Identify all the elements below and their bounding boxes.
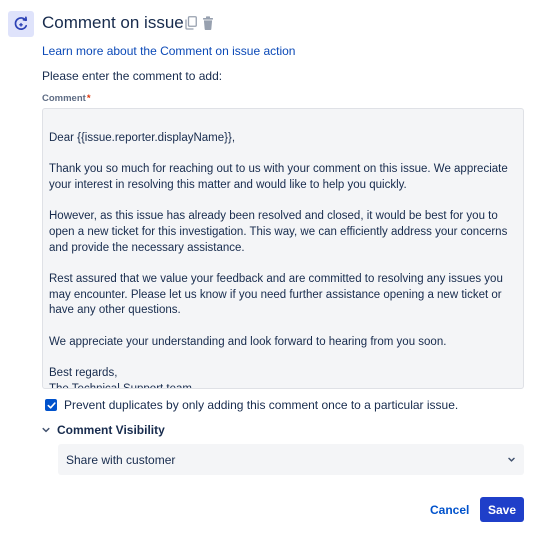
learn-more-link[interactable]: Learn more about the Comment on issue ac… <box>42 44 295 58</box>
comment-paragraph-6: Best regards, The Technical Support team <box>49 367 192 389</box>
visibility-select-value: Share with customer <box>66 452 176 467</box>
comment-visibility-toggle[interactable]: Comment Visibility <box>42 421 165 439</box>
instruction-text: Please enter the comment to add: <box>42 69 223 83</box>
prevent-duplicates-label[interactable]: Prevent duplicates by only adding this c… <box>64 398 458 412</box>
trash-icon[interactable] <box>202 16 214 30</box>
comment-paragraph-3: However, as this issue has already been … <box>49 210 511 254</box>
chevron-down-icon <box>42 421 50 439</box>
comment-paragraph-1: Dear {{issue.reporter.displayName}}, <box>49 131 236 144</box>
comment-on-issue-panel: Comment on issue Learn more about the Co… <box>0 0 533 537</box>
comment-paragraph-4: Rest assured that we value your feedback… <box>49 273 507 317</box>
visibility-select[interactable]: Share with customer <box>58 444 524 475</box>
prevent-duplicates-row: Prevent duplicates by only adding this c… <box>45 398 458 412</box>
comment-label-text: Comment <box>42 93 86 104</box>
comment-refresh-icon <box>8 11 34 37</box>
page-title: Comment on issue <box>42 13 184 32</box>
copy-icon[interactable] <box>185 16 197 30</box>
prevent-duplicates-checkbox[interactable] <box>45 399 57 411</box>
required-marker: * <box>86 93 91 104</box>
comment-field-label: Comment* <box>42 93 91 104</box>
comment-textarea[interactable]: Dear {{issue.reporter.displayName}}, Tha… <box>42 108 524 389</box>
chevron-down-icon <box>507 451 516 469</box>
title-actions <box>185 16 214 30</box>
comment-visibility-title: Comment Visibility <box>57 423 165 437</box>
cancel-button[interactable]: Cancel <box>421 498 478 522</box>
save-button[interactable]: Save <box>480 497 524 522</box>
checkmark-icon <box>47 401 56 409</box>
comment-paragraph-5: We appreciate your understanding and loo… <box>49 335 447 348</box>
comment-paragraph-2: Thank you so much for reaching out to us… <box>49 163 511 191</box>
